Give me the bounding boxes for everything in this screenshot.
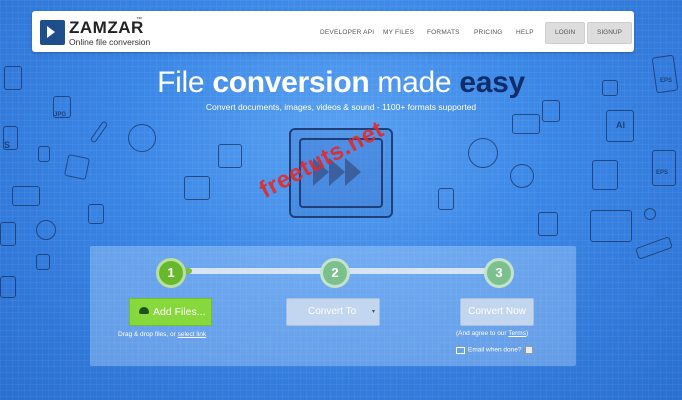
doodle-monitor-icon — [590, 210, 632, 242]
doodle-music-icon — [36, 254, 50, 270]
email-when-done-checkbox[interactable] — [525, 346, 534, 354]
step-2-indicator: 2 — [320, 258, 350, 288]
brand-name[interactable]: ZAMZAR — [69, 18, 144, 38]
doodle-file-icon — [538, 212, 558, 236]
nav-help[interactable]: HELP — [516, 29, 534, 36]
doodle-camera-icon — [12, 186, 40, 206]
brand-tagline: Online file conversion — [69, 37, 151, 47]
step-3-indicator: 3 — [484, 258, 514, 288]
login-button[interactable]: LOGIN — [545, 22, 586, 44]
doodle-music-icon — [38, 146, 50, 162]
doodle-eps-label-2: EPS — [656, 170, 669, 176]
doodle-file-icon — [0, 222, 16, 246]
doodle-ai-label: AI — [616, 120, 625, 130]
terms-agreement: (And agree to our Terms) — [456, 330, 529, 337]
doodle-film-icon — [184, 176, 210, 200]
hero-title-conversion: conversion — [212, 66, 370, 99]
doodle-file-icon — [652, 150, 676, 186]
trademark-mark: ™ — [136, 17, 142, 23]
hero-title-easy: easy — [459, 66, 525, 99]
doodle-image-icon — [592, 160, 618, 190]
add-files-label: Add Files... — [153, 306, 206, 318]
convert-to-label: Convert To — [308, 306, 357, 317]
nav-my-files[interactable]: MY FILES — [383, 29, 414, 36]
signup-button[interactable]: SIGNUP — [587, 22, 632, 44]
zamzar-logo-icon[interactable] — [40, 20, 65, 45]
doodle-image-icon — [512, 114, 540, 134]
doodle-s-label: S — [4, 140, 11, 150]
doodle-disc-icon — [128, 124, 156, 152]
step-1-indicator: 1 — [156, 258, 186, 288]
doodle-file-icon — [0, 276, 16, 298]
hero-subtitle: Convert documents, images, videos & soun… — [205, 102, 477, 112]
upload-cloud-icon — [139, 307, 149, 314]
doodle-jpg-label: JPG — [54, 112, 67, 118]
doodle-play-circle-icon — [36, 220, 56, 240]
add-files-button[interactable]: Add Files... — [129, 298, 212, 326]
doodle-play-circle-icon — [510, 164, 534, 188]
convert-now-button[interactable]: Convert Now — [460, 298, 534, 326]
terms-link[interactable]: Terms — [508, 330, 526, 337]
hero-title: File conversion made easy — [157, 66, 525, 99]
doodle-play-icon — [218, 144, 242, 168]
doodle-disc-icon — [468, 138, 498, 168]
nav-developer-api[interactable]: DEVELOPER API — [320, 29, 374, 36]
drag-drop-hint: Drag & drop files, or select link — [118, 331, 207, 338]
convert-to-select[interactable]: Convert To ▾ — [286, 298, 380, 326]
doodle-search-icon — [644, 208, 656, 220]
nav-formats[interactable]: FORMATS — [427, 29, 460, 36]
doodle-image-icon — [63, 153, 91, 181]
select-link[interactable]: select link — [178, 331, 207, 338]
email-when-done-row: Email when done? — [456, 346, 534, 354]
nav-pricing[interactable]: PRICING — [474, 29, 503, 36]
top-navbar: ZAMZAR ™ Online file conversion DEVELOPE… — [32, 11, 634, 52]
email-when-done-label: Email when done? — [468, 346, 522, 354]
envelope-icon — [456, 346, 465, 354]
chevron-down-icon: ▾ — [371, 309, 375, 315]
doodle-file-icon — [438, 188, 454, 210]
doodle-file-icon — [88, 204, 104, 224]
